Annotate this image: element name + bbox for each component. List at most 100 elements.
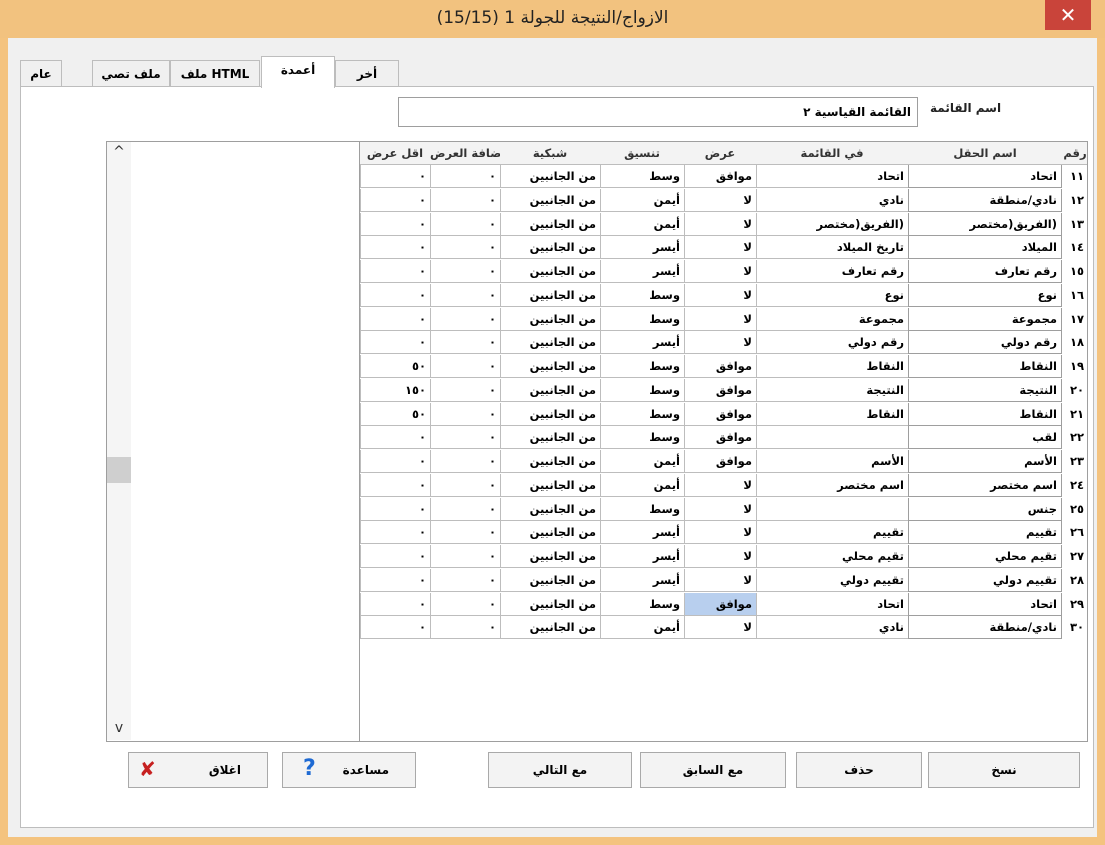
cell-field[interactable]: (الفريق(مختصر xyxy=(908,212,1062,236)
cell-minw[interactable]: ٠ xyxy=(360,426,430,450)
table-row[interactable]: ٠ ٠ من الجانبين وسط لا مجموعة مجموعة ١٧ xyxy=(360,307,1087,331)
cell-display[interactable]: موافق xyxy=(684,355,756,378)
table-row[interactable]: ٠ ٠ من الجانبين وسط موافق اتحاد اتحاد ١١ xyxy=(360,165,1087,188)
cell-display[interactable]: موافق xyxy=(684,402,756,426)
cell-inlist[interactable]: نادي xyxy=(756,616,908,640)
cell-minw[interactable]: ٠ xyxy=(360,236,430,260)
table-row[interactable]: ٠ ٠ من الجانبين أيسر لا تقييم دولي تقييم دولي ٢… xyxy=(360,568,1087,592)
tab-general[interactable]: عام xyxy=(20,60,62,86)
cell-align[interactable]: أيمن xyxy=(600,450,684,473)
cell-grid[interactable]: من الجانبين xyxy=(500,426,600,450)
cell-grid[interactable]: من الجانبين xyxy=(500,212,600,236)
cell-add[interactable]: ٠ xyxy=(430,521,500,545)
cell-field[interactable]: اسم مختصر xyxy=(908,473,1062,497)
cell-align[interactable]: وسط xyxy=(600,307,684,331)
cell-align[interactable]: وسط xyxy=(600,402,684,426)
table-row[interactable]: ٠ ٠ من الجانبين أيمن لا اسم مختصر اسم مختصر ٢٤ xyxy=(360,473,1087,497)
cell-display[interactable]: لا xyxy=(684,188,756,212)
cell-align[interactable]: أيمن xyxy=(600,473,684,497)
cell-minw[interactable]: ٥٠ xyxy=(360,355,430,378)
scroll-up-arrow-icon[interactable]: ^ xyxy=(107,144,131,160)
cell-inlist[interactable]: تقيم محلي xyxy=(756,545,908,568)
cell-field[interactable]: نادي/منطقة xyxy=(908,188,1062,212)
tab-html-file[interactable]: ملف HTML xyxy=(170,60,260,86)
with-next-button[interactable]: مع التالي xyxy=(488,752,632,788)
cell-align[interactable]: وسط xyxy=(600,355,684,378)
table-row[interactable]: ٠ ٠ من الجانبين أيسر لا رقم تعارف رقم تعارف ١٥ xyxy=(360,260,1087,283)
cell-display[interactable]: موافق xyxy=(684,450,756,473)
cell-inlist[interactable]: النقاط xyxy=(756,402,908,426)
cell-minw[interactable]: ٠ xyxy=(360,497,430,521)
cell-grid[interactable]: من الجانبين xyxy=(500,616,600,640)
cell-display[interactable]: لا xyxy=(684,545,756,568)
cell-grid[interactable]: من الجانبين xyxy=(500,307,600,331)
cell-align[interactable]: أيمن xyxy=(600,616,684,640)
cell-align[interactable]: أيسر xyxy=(600,568,684,592)
cell-minw[interactable]: ٠ xyxy=(360,616,430,640)
help-button[interactable]: ? مساعدة xyxy=(282,752,416,788)
cell-field[interactable]: جنس xyxy=(908,497,1062,521)
cell-minw[interactable]: ١٥٠ xyxy=(360,378,430,402)
cell-minw[interactable]: ٠ xyxy=(360,165,430,188)
cell-inlist[interactable]: اتحاد xyxy=(756,165,908,188)
cell-inlist[interactable]: نوع xyxy=(756,283,908,307)
cell-add[interactable]: ٠ xyxy=(430,165,500,188)
table-row[interactable]: ٥٠ ٠ من الجانبين وسط موافق النقاط النقاط ٢١ xyxy=(360,402,1087,426)
cell-display[interactable]: موافق xyxy=(684,592,756,616)
table-row[interactable]: ٠ ٠ من الجانبين أيسر لا تقيم محلي تقيم محلي ٢٧ xyxy=(360,545,1087,568)
cell-grid[interactable]: من الجانبين xyxy=(500,497,600,521)
cell-field[interactable]: النقاط xyxy=(908,402,1062,426)
cell-inlist[interactable] xyxy=(756,497,908,521)
table-row[interactable]: ٠ ٠ من الجانبين أيمن موافق الأسم الأسم ٢٣ xyxy=(360,450,1087,473)
cell-display[interactable]: لا xyxy=(684,236,756,260)
tab-columns[interactable]: أعمدة xyxy=(261,56,335,88)
cell-display[interactable]: لا xyxy=(684,283,756,307)
cell-add[interactable]: ٠ xyxy=(430,378,500,402)
cell-align[interactable]: وسط xyxy=(600,165,684,188)
cell-inlist[interactable]: النقاط xyxy=(756,355,908,378)
cell-grid[interactable]: من الجانبين xyxy=(500,473,600,497)
cell-minw[interactable]: ٠ xyxy=(360,521,430,545)
cell-display[interactable]: لا xyxy=(684,307,756,331)
table-row[interactable]: ٠ ٠ من الجانبين أيمن لا نادي نادي/منطقة ٣٠ xyxy=(360,616,1087,640)
cell-align[interactable]: وسط xyxy=(600,592,684,616)
tab-text-file[interactable]: ملف تصي xyxy=(92,60,170,86)
cell-inlist[interactable]: نادي xyxy=(756,188,908,212)
cell-minw[interactable]: ٠ xyxy=(360,568,430,592)
list-name-input[interactable]: القائمة القياسية ٢ xyxy=(398,97,918,127)
cell-add[interactable]: ٠ xyxy=(430,307,500,331)
tab-other[interactable]: أخر xyxy=(335,60,399,86)
cell-add[interactable]: ٠ xyxy=(430,568,500,592)
cell-grid[interactable]: من الجانبين xyxy=(500,378,600,402)
cell-grid[interactable]: من الجانبين xyxy=(500,545,600,568)
cell-inlist[interactable]: تاريخ الميلاد xyxy=(756,236,908,260)
cell-field[interactable]: مجموعة xyxy=(908,307,1062,331)
cell-inlist[interactable]: تقييم xyxy=(756,521,908,545)
cell-add[interactable]: ٠ xyxy=(430,236,500,260)
cell-minw[interactable]: ٠ xyxy=(360,450,430,473)
cell-add[interactable]: ٠ xyxy=(430,402,500,426)
cell-inlist[interactable]: رقم تعارف xyxy=(756,260,908,283)
cell-minw[interactable]: ٠ xyxy=(360,283,430,307)
cell-grid[interactable]: من الجانبين xyxy=(500,236,600,260)
cell-minw[interactable]: ٠ xyxy=(360,212,430,236)
cell-inlist[interactable]: (الفريق(مختصر xyxy=(756,212,908,236)
cell-field[interactable]: لقب xyxy=(908,426,1062,450)
cell-add[interactable]: ٠ xyxy=(430,260,500,283)
cell-field[interactable]: رقم تعارف xyxy=(908,260,1062,283)
cell-field[interactable]: تقيم محلي xyxy=(908,545,1062,568)
cell-minw[interactable]: ٥٠ xyxy=(360,402,430,426)
cell-add[interactable]: ٠ xyxy=(430,355,500,378)
cell-add[interactable]: ٠ xyxy=(430,450,500,473)
cell-grid[interactable]: من الجانبين xyxy=(500,260,600,283)
table-row[interactable]: ٠ ٠ من الجانبين أيسر لا رقم دولي رقم دولي ١٨ xyxy=(360,331,1087,355)
table-row[interactable]: ٠ ٠ من الجانبين وسط لا جنس ٢٥ xyxy=(360,497,1087,521)
cell-field[interactable]: رقم دولي xyxy=(908,331,1062,355)
cell-add[interactable]: ٠ xyxy=(430,616,500,640)
cell-inlist[interactable] xyxy=(756,426,908,450)
cell-add[interactable]: ٠ xyxy=(430,331,500,355)
cell-align[interactable]: أيمن xyxy=(600,188,684,212)
cell-grid[interactable]: من الجانبين xyxy=(500,521,600,545)
cell-field[interactable]: النتيجة xyxy=(908,378,1062,402)
cell-align[interactable]: أيمن xyxy=(600,212,684,236)
